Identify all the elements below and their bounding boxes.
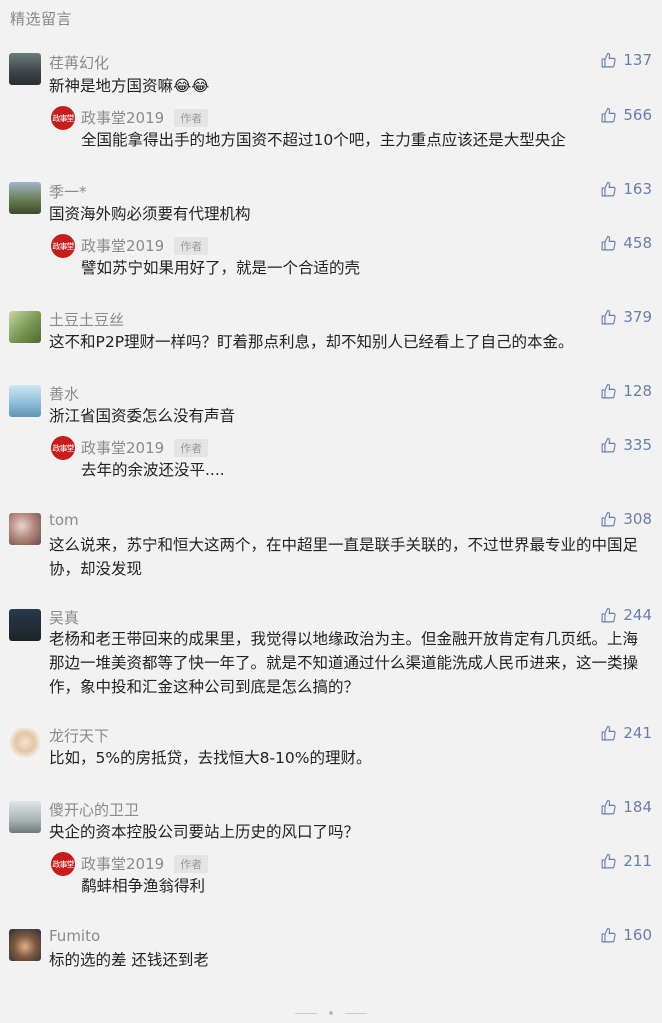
like-button[interactable]: 335	[600, 436, 652, 454]
like-button[interactable]: 137	[600, 51, 652, 69]
like-count: 308	[623, 510, 652, 528]
comment-text: 浙江省国资委怎么没有声音	[49, 407, 236, 425]
dot-icon	[329, 1011, 333, 1015]
avatar[interactable]	[9, 728, 41, 760]
avatar[interactable]	[9, 182, 41, 214]
avatar[interactable]	[9, 609, 41, 641]
author-reply-header: 政事堂2019 作者	[81, 437, 209, 458]
like-button[interactable]: 128	[600, 382, 652, 400]
comment-nickname[interactable]: Fumito	[49, 927, 100, 945]
thumb-up-icon	[601, 437, 617, 452]
reply-text: 去年的余波还没平....	[81, 461, 225, 479]
like-button[interactable]: 163	[600, 180, 652, 198]
author-reply-header: 政事堂2019 作者	[81, 107, 209, 128]
comment-text: 新神是地方国资嘛😂😂	[49, 77, 210, 95]
thumb-up-icon	[601, 383, 617, 398]
comment-nickname[interactable]: 季一*	[49, 181, 87, 202]
comment-nickname[interactable]: 龙行天下	[49, 725, 109, 746]
comment-nickname[interactable]: tom	[49, 511, 79, 529]
author-avatar[interactable]: 政事堂	[51, 852, 75, 876]
comment-text: 国资海外购必须要有代理机构	[49, 205, 251, 223]
avatar[interactable]	[9, 513, 41, 545]
divider	[295, 1012, 317, 1014]
comment-text: 这不和P2P理财一样吗？盯着那点利息，却不知别人已经看上了自己的本金。	[49, 333, 574, 351]
author-tag: 作者	[174, 854, 209, 873]
comment-text: 标的选的差 还钱还到老	[49, 951, 209, 969]
comment-text: 这么说来，苏宁和恒大这两个，在中超里一直是联手关联的，不过世界最专业的中国足协，…	[49, 536, 639, 578]
thumb-up-icon	[601, 607, 617, 622]
page-indicator	[0, 1008, 662, 1018]
like-button[interactable]: 244	[600, 606, 652, 624]
author-avatar[interactable]: 政事堂	[51, 106, 75, 130]
comment-nickname[interactable]: 土豆土豆丝	[49, 309, 124, 330]
like-count: 244	[623, 606, 652, 624]
avatar[interactable]	[9, 53, 41, 85]
like-count: 458	[623, 234, 652, 252]
like-count: 163	[623, 180, 652, 198]
avatar[interactable]	[9, 801, 41, 833]
like-button[interactable]: 241	[600, 724, 652, 742]
avatar[interactable]	[9, 311, 41, 343]
author-reply-header: 政事堂2019 作者	[81, 235, 209, 256]
like-count: 335	[623, 436, 652, 454]
like-button[interactable]: 308	[600, 510, 652, 528]
like-count: 379	[623, 308, 652, 326]
like-count: 566	[623, 106, 652, 124]
comment-nickname[interactable]: 善水	[49, 383, 79, 404]
like-count: 137	[623, 51, 652, 69]
thumb-up-icon	[601, 799, 617, 814]
author-nickname[interactable]: 政事堂2019	[81, 107, 164, 128]
comment-text: 比如，5%的房抵贷，去找恒大8-10%的理财。	[49, 749, 372, 767]
like-button[interactable]: 211	[600, 852, 652, 870]
comment-nickname[interactable]: 吴真	[49, 607, 79, 628]
author-nickname[interactable]: 政事堂2019	[81, 853, 164, 874]
reply-text: 譬如苏宁如果用好了，就是一个合适的壳	[81, 259, 361, 277]
thumb-up-icon	[601, 309, 617, 324]
thumb-up-icon	[601, 725, 617, 740]
like-count: 128	[623, 382, 652, 400]
like-button[interactable]: 458	[600, 234, 652, 252]
thumb-up-icon	[601, 927, 617, 942]
author-avatar[interactable]: 政事堂	[51, 436, 75, 460]
comment-nickname[interactable]: 傻开心的卫卫	[49, 799, 139, 820]
comment-text: 央企的资本控股公司要站上历史的风口了吗？	[49, 823, 360, 841]
reply-text: 鹬蚌相争渔翁得利	[81, 877, 206, 895]
thumb-up-icon	[601, 511, 617, 526]
like-button[interactable]: 160	[600, 926, 652, 944]
avatar[interactable]	[9, 929, 41, 961]
author-avatar[interactable]: 政事堂	[51, 234, 75, 258]
author-tag: 作者	[174, 108, 209, 127]
author-reply-header: 政事堂2019 作者	[81, 853, 209, 874]
author-tag: 作者	[174, 438, 209, 457]
comment-nickname[interactable]: 荏苒幻化	[49, 52, 109, 73]
like-count: 211	[623, 852, 652, 870]
thumb-up-icon	[601, 181, 617, 196]
author-nickname[interactable]: 政事堂2019	[81, 235, 164, 256]
comment-text: 老杨和老王带回来的成果里，我觉得以地缘政治为主。但金融开放肯定有几页纸。上海那边…	[49, 630, 639, 696]
like-count: 241	[623, 724, 652, 742]
reply-text: 全国能拿得出手的地方国资不超过10个吧，主力重点应该还是大型央企	[81, 131, 566, 149]
section-title: 精选留言	[10, 10, 73, 28]
like-button[interactable]: 379	[600, 308, 652, 326]
author-nickname[interactable]: 政事堂2019	[81, 437, 164, 458]
thumb-up-icon	[601, 235, 617, 250]
like-count: 184	[623, 798, 652, 816]
divider	[345, 1012, 367, 1014]
thumb-up-icon	[601, 52, 617, 67]
like-button[interactable]: 184	[600, 798, 652, 816]
avatar[interactable]	[9, 385, 41, 417]
thumb-up-icon	[601, 853, 617, 868]
author-tag: 作者	[174, 236, 209, 255]
thumb-up-icon	[601, 107, 617, 122]
like-count: 160	[623, 926, 652, 944]
like-button[interactable]: 566	[600, 106, 652, 124]
